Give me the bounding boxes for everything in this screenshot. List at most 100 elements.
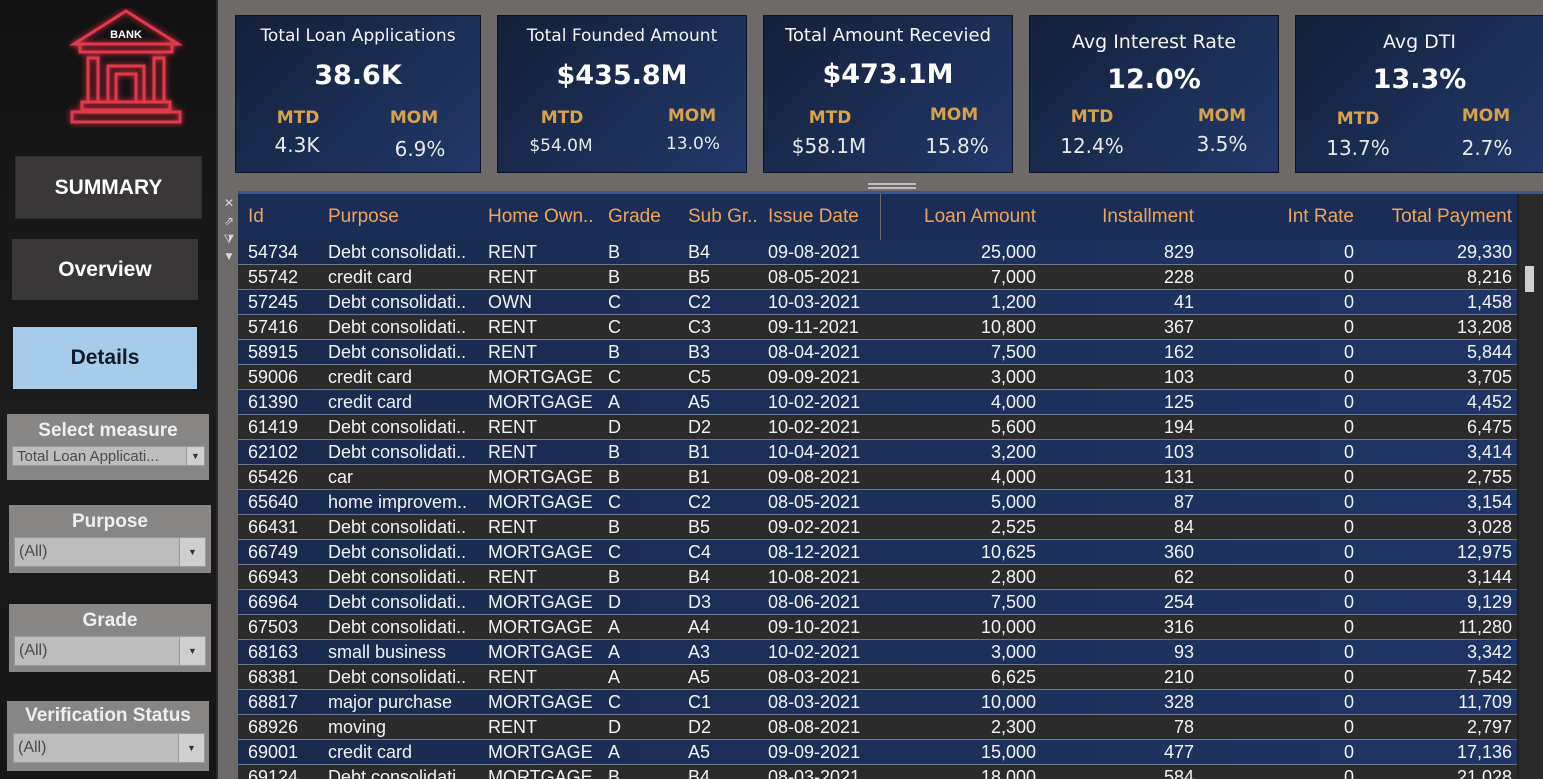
- table-row[interactable]: 65426 car MORTGAGE B B1 09-08-2021 4,000 131 0 2,…: [238, 465, 1517, 490]
- select-measure-dropdown[interactable]: Total Loan Applicati... ▼: [12, 446, 205, 466]
- column-header-sub-grade[interactable]: Sub Gr..: [688, 206, 763, 228]
- open-external-icon[interactable]: ⇗: [220, 212, 238, 230]
- cell-loan-amount: 3,000: [990, 367, 1036, 387]
- cell-int-rate: 0: [1343, 692, 1354, 712]
- table-row[interactable]: 59006 credit card MORTGAGE C C5 09-09-2021 3,0…: [238, 365, 1517, 390]
- cell-loan-amount: 7,500: [990, 342, 1036, 362]
- purpose-dropdown[interactable]: (All) ▼: [14, 537, 206, 567]
- cell-total-payment: 3,144: [1466, 567, 1512, 587]
- kpi-mtd-value: 4.3K: [274, 133, 320, 157]
- cell-issue-date: 08-05-2021: [768, 492, 861, 512]
- column-header-int-rate[interactable]: Int Rate: [1208, 206, 1354, 228]
- cell-int-rate: 0: [1343, 492, 1354, 512]
- column-header-grade[interactable]: Grade: [608, 206, 678, 228]
- column-header-loan-amount[interactable]: Loan Amount: [888, 206, 1036, 228]
- cell-installment: 103: [1163, 367, 1194, 387]
- table-row[interactable]: 61390 credit card MORTGAGE A A5 10-02-2021 4,0…: [238, 390, 1517, 415]
- cell-id: 59006: [248, 367, 299, 387]
- cell-loan-amount: 2,300: [990, 717, 1036, 737]
- table-row[interactable]: 62102 Debt consolidati.. RENT B B1 10-04-2021…: [238, 440, 1517, 465]
- caret-down-icon[interactable]: ▼: [220, 248, 238, 266]
- cell-total-payment: 6,475: [1466, 417, 1512, 437]
- cell-loan-amount: 7,000: [990, 267, 1036, 287]
- table-row[interactable]: 65640 home improvem.. MORTGAGE C C2 08-05-202…: [238, 490, 1517, 515]
- cell-int-rate: 0: [1343, 767, 1354, 779]
- table-row[interactable]: 57416 Debt consolidati.. RENT C C3 09-11-2021…: [238, 315, 1517, 340]
- close-icon[interactable]: ✕: [220, 194, 238, 212]
- column-header-id[interactable]: Id: [248, 206, 318, 228]
- table-row[interactable]: 66943 Debt consolidati.. RENT B B4 10-08-2021…: [238, 565, 1517, 590]
- table-row[interactable]: 54734 Debt consolidati.. RENT B B4 09-08-2021…: [238, 240, 1517, 265]
- cell-sub-grade: C3: [688, 317, 712, 337]
- cell-sub-grade: A3: [688, 642, 711, 662]
- cell-int-rate: 0: [1343, 442, 1354, 462]
- table-row[interactable]: 68817 major purchase MORTGAGE C C1 08-03-2021…: [238, 690, 1517, 715]
- cell-grade: B: [608, 517, 621, 537]
- grade-dropdown[interactable]: (All) ▼: [14, 636, 206, 666]
- table-row[interactable]: 55742 credit card RENT B B5 08-05-2021 7,000 22…: [238, 265, 1517, 290]
- cell-int-rate: 0: [1343, 717, 1354, 737]
- cell-issue-date: 08-08-2021: [768, 717, 861, 737]
- table-row[interactable]: 69001 credit card MORTGAGE A A5 09-09-2021 15,…: [238, 740, 1517, 765]
- cell-home-ownership: MORTGAGE: [488, 367, 593, 387]
- table-row[interactable]: 57245 Debt consolidati.. OWN C C2 10-03-2021 1…: [238, 290, 1517, 315]
- column-header-issue-date[interactable]: Issue Date: [768, 206, 878, 228]
- cell-id: 62102: [248, 442, 299, 462]
- cell-home-ownership: RENT: [488, 667, 537, 687]
- chevron-down-icon[interactable]: ▼: [179, 637, 205, 665]
- cell-loan-amount: 1,200: [990, 292, 1036, 312]
- details-button[interactable]: Details: [13, 327, 197, 389]
- column-header-home-ownership[interactable]: Home Own..: [488, 206, 608, 228]
- cell-issue-date: 09-08-2021: [768, 467, 861, 487]
- table-row[interactable]: 66749 Debt consolidati.. MORTGAGE C C4 08-12-…: [238, 540, 1517, 565]
- table-row[interactable]: 61419 Debt consolidati.. RENT D D2 10-02-2021…: [238, 415, 1517, 440]
- filter-verification-status: Verification Status (All) ▼: [7, 701, 209, 771]
- cell-int-rate: 0: [1343, 667, 1354, 687]
- table-row[interactable]: 66431 Debt consolidati.. RENT B B5 09-02-2021…: [238, 515, 1517, 540]
- resize-handle[interactable]: [868, 181, 916, 191]
- cell-purpose: Debt consolidati..: [328, 517, 467, 537]
- kpi-value: $473.1M: [822, 59, 954, 90]
- cell-installment: 103: [1163, 442, 1194, 462]
- filter-icon[interactable]: ⧩: [220, 230, 238, 248]
- table-row[interactable]: 58915 Debt consolidati.. RENT B B3 08-04-2021…: [238, 340, 1517, 365]
- summary-button[interactable]: SUMMARY: [16, 157, 201, 218]
- chevron-down-icon[interactable]: ▼: [186, 447, 204, 465]
- table-row[interactable]: 68926 moving RENT D D2 08-08-2021 2,300 78 0 2,79…: [238, 715, 1517, 740]
- cell-id: 67503: [248, 617, 299, 637]
- kpi-mtd-value: 13.7%: [1326, 136, 1390, 160]
- kpi-mtd-value: 12.4%: [1060, 134, 1124, 158]
- cell-sub-grade: B1: [688, 442, 711, 462]
- table-row[interactable]: 69124 Debt consolidati.. MORTGAGE B B4 08-03-…: [238, 765, 1517, 779]
- cell-total-payment: 12,975: [1456, 542, 1512, 562]
- cell-issue-date: 08-03-2021: [768, 767, 861, 779]
- table-row[interactable]: 66964 Debt consolidati.. MORTGAGE D D3 08-06-…: [238, 590, 1517, 615]
- kpi-mom-value: 2.7%: [1461, 136, 1513, 160]
- chevron-down-icon[interactable]: ▼: [178, 734, 204, 762]
- column-header-total-payment[interactable]: Total Payment: [1363, 206, 1512, 228]
- cell-total-payment: 8,216: [1466, 267, 1512, 287]
- column-header-purpose[interactable]: Purpose: [328, 206, 483, 228]
- verification-status-dropdown[interactable]: (All) ▼: [13, 733, 205, 763]
- cell-id: 66749: [248, 542, 299, 562]
- cell-home-ownership: RENT: [488, 417, 537, 437]
- vertical-scrollbar-thumb[interactable]: [1525, 266, 1534, 292]
- table-row[interactable]: 67503 Debt consolidati.. MORTGAGE A A4 09-10-…: [238, 615, 1517, 640]
- table-row[interactable]: 68381 Debt consolidati.. RENT A A5 08-03-2021…: [238, 665, 1517, 690]
- chevron-down-icon[interactable]: ▼: [179, 538, 205, 566]
- table-row[interactable]: 68163 small business MORTGAGE A A3 10-02-2021…: [238, 640, 1517, 665]
- filter-title: Verification Status: [25, 705, 191, 726]
- overview-button[interactable]: Overview: [12, 239, 198, 300]
- cell-loan-amount: 18,000: [980, 767, 1036, 779]
- cell-grade: C: [608, 692, 621, 712]
- cell-home-ownership: OWN: [488, 292, 532, 312]
- kpi-value: 13.3%: [1372, 64, 1467, 95]
- cell-total-payment: 5,844: [1466, 342, 1512, 362]
- kpi-card-total-founded-amount: Total Founded Amount $435.8M MTD MOM $54…: [498, 16, 746, 172]
- cell-int-rate: 0: [1343, 592, 1354, 612]
- cell-loan-amount: 4,000: [990, 467, 1036, 487]
- column-header-installment[interactable]: Installment: [1048, 206, 1194, 228]
- cell-installment: 228: [1163, 267, 1194, 287]
- cell-sub-grade: B1: [688, 467, 711, 487]
- cell-sub-grade: C5: [688, 367, 712, 387]
